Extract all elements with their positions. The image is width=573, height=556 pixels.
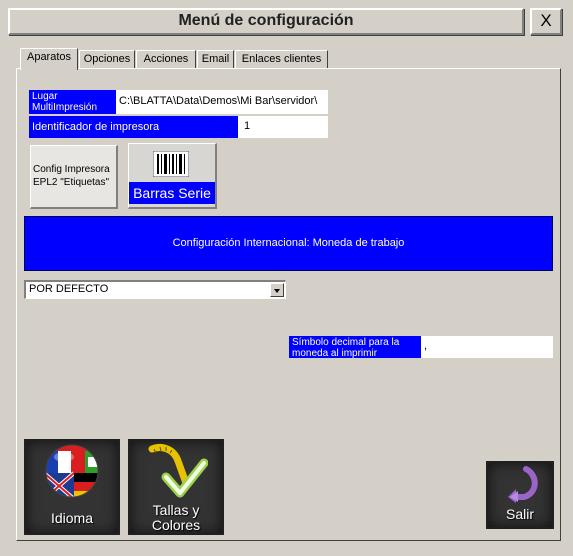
decimal-symbol-label: Símbolo decimal para la moneda al imprim… (289, 336, 421, 358)
sizes-colors-button[interactable]: Tallas y Colores (128, 439, 224, 535)
tab-label: Acciones (143, 53, 189, 65)
sizes-colors-label: Tallas y Colores (151, 502, 201, 533)
currency-select[interactable]: POR DEFECTO (24, 280, 286, 299)
config-printer-label: Config Impresora EPL2 "Etiquetas" (33, 164, 110, 188)
tab-label: Opciones (83, 53, 131, 65)
chevron-down-icon[interactable] (270, 283, 284, 297)
printer-location-label: Lugar MultiImpresión (29, 90, 116, 114)
tab-opciones[interactable]: Opciones (79, 50, 135, 69)
printer-id-label: Identificador de impresora (29, 116, 238, 138)
international-config-banner: Configuración Internacional: Moneda de t… (24, 216, 553, 271)
decimal-symbol-field[interactable]: , (421, 336, 553, 358)
config-printer-button[interactable]: Config Impresora EPL2 "Etiquetas" (30, 145, 118, 209)
tab-email[interactable]: Email (197, 50, 234, 69)
barcode-serial-label: Barras Serie (129, 182, 215, 204)
barcode-serial-button[interactable]: Barras Serie (128, 143, 217, 209)
language-label: Idioma (50, 510, 94, 526)
tab-label: Aparatos (26, 51, 72, 63)
printer-id-field[interactable]: 1 (238, 116, 328, 138)
exit-button[interactable]: Salir (486, 461, 554, 529)
tab-label: Enlaces clientes (241, 53, 322, 65)
language-button[interactable]: Idioma (24, 439, 120, 535)
barcode-icon (153, 151, 189, 177)
measuring-tape-check-icon (148, 444, 208, 498)
window-title: Menú de configuración (178, 12, 354, 29)
close-icon: X (540, 11, 552, 30)
tab-aparatos[interactable]: Aparatos (20, 48, 78, 70)
close-button[interactable]: X (530, 8, 562, 35)
exit-arrow-icon (508, 466, 538, 503)
printer-location-field[interactable]: C:\BLATTA\Data\Demos\Mi Bar\servidor\ (116, 90, 328, 114)
window-title-bar: Menú de configuración (8, 8, 524, 35)
international-config-label: Configuración Internacional: Moneda de t… (172, 237, 405, 249)
tab-acciones[interactable]: Acciones (136, 50, 196, 69)
tab-enlaces-clientes[interactable]: Enlaces clientes (235, 50, 328, 69)
exit-label: Salir (505, 506, 534, 522)
tab-label: Email (201, 53, 230, 65)
flags-globe-icon (45, 444, 99, 498)
currency-select-value: POR DEFECTO (29, 283, 109, 295)
